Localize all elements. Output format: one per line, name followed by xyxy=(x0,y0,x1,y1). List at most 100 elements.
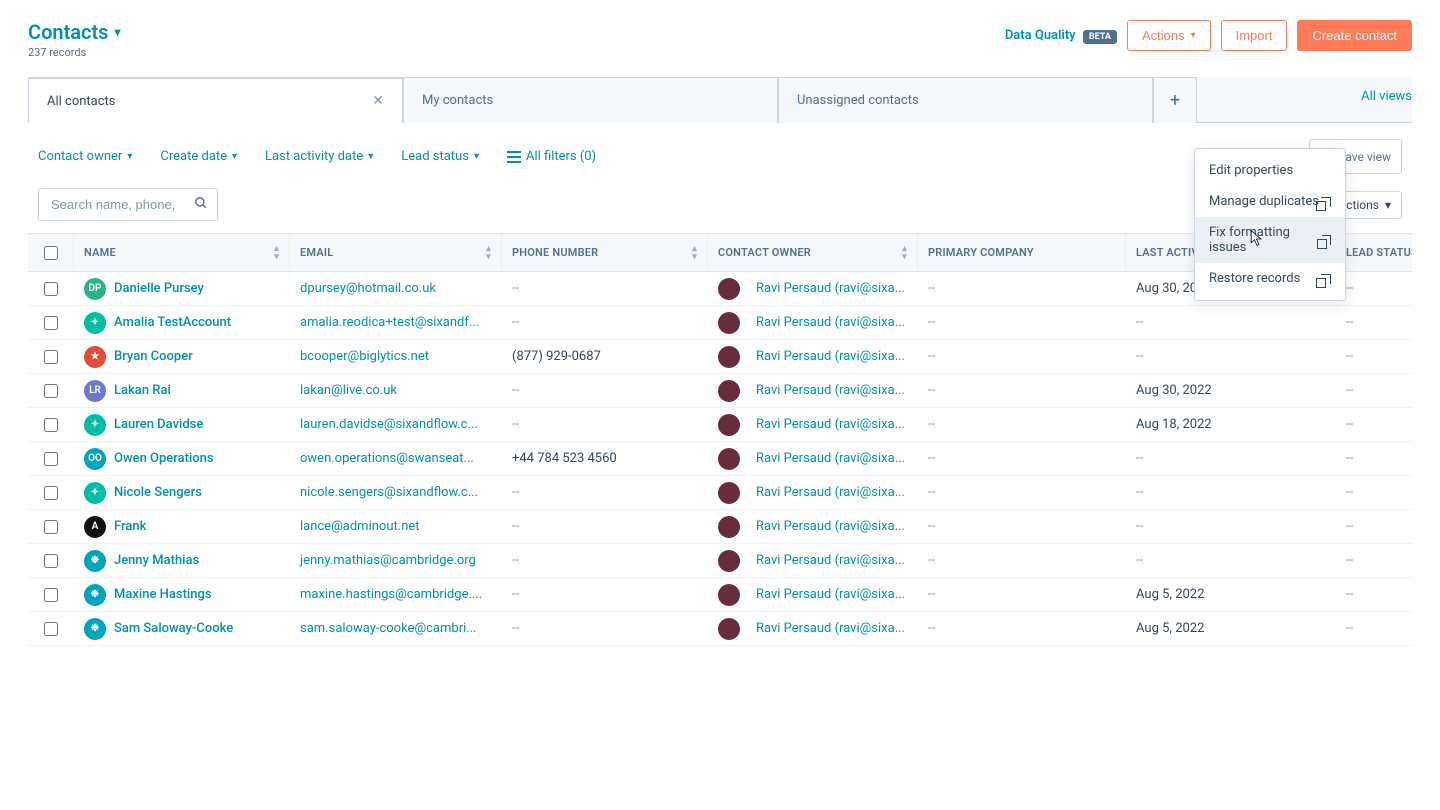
contact-name-link[interactable]: ✦Nicole Sengers xyxy=(84,482,280,504)
contact-name-link[interactable]: DPDanielle Pursey xyxy=(84,278,280,300)
contact-name-link[interactable]: ★Bryan Cooper xyxy=(84,346,280,368)
col-header-email[interactable]: EMAIL▴▾ xyxy=(290,234,502,271)
contact-email-link[interactable]: owen.operations@swanseat... xyxy=(290,451,502,466)
filter-contact-owner[interactable]: Contact owner▾ xyxy=(38,149,132,164)
row-checkbox[interactable] xyxy=(44,282,58,296)
close-icon[interactable]: ✕ xyxy=(372,93,384,109)
row-checkbox[interactable] xyxy=(44,520,58,534)
row-checkbox[interactable] xyxy=(44,486,58,500)
last-activity-date: -- xyxy=(1126,451,1336,466)
contact-email-link[interactable]: lance@adminout.net xyxy=(290,519,502,534)
contact-name-link[interactable]: ❉Maxine Hastings xyxy=(84,584,280,606)
contact-phone: +44 784 523 4560 xyxy=(502,451,708,466)
view-tab[interactable]: My contacts xyxy=(403,77,778,123)
avatar xyxy=(718,482,740,504)
menu-item-manage-duplicates[interactable]: Manage duplicates xyxy=(1195,186,1345,217)
row-checkbox[interactable] xyxy=(44,554,58,568)
col-header-name[interactable]: NAME▴▾ xyxy=(74,234,290,271)
owner-name: Ravi Persaud (ravi@sixa... xyxy=(756,281,905,296)
avatar: OO xyxy=(84,448,106,470)
avatar xyxy=(718,516,740,538)
add-view-button[interactable]: + xyxy=(1153,77,1197,123)
row-checkbox[interactable] xyxy=(44,384,58,398)
all-filters-button[interactable]: All filters (0) xyxy=(507,149,596,164)
col-header-phone[interactable]: PHONE NUMBER▴▾ xyxy=(502,234,708,271)
filter-last-activity[interactable]: Last activity date▾ xyxy=(265,149,373,164)
contact-name-link[interactable]: LRLakan Rai xyxy=(84,380,280,402)
avatar: ✦ xyxy=(84,414,106,436)
contact-email-link[interactable]: jenny.mathias@cambridge.org xyxy=(290,553,502,568)
sort-icon: ▴▾ xyxy=(692,245,697,261)
menu-item-restore-records[interactable]: Restore records xyxy=(1195,263,1345,294)
filter-lead-status[interactable]: Lead status▾ xyxy=(401,149,479,164)
contact-owner-link[interactable]: Ravi Persaud (ravi@sixa... xyxy=(718,550,908,572)
row-checkbox[interactable] xyxy=(44,622,58,636)
contact-name-link[interactable]: ❉Sam Saloway-Cooke xyxy=(84,618,280,640)
contact-owner-link[interactable]: Ravi Persaud (ravi@sixa... xyxy=(718,584,908,606)
contact-owner-link[interactable]: Ravi Persaud (ravi@sixa... xyxy=(718,516,908,538)
contact-owner-link[interactable]: Ravi Persaud (ravi@sixa... xyxy=(718,414,908,436)
owner-name: Ravi Persaud (ravi@sixa... xyxy=(756,587,905,602)
col-header-lead-status[interactable]: LEAD STATUS xyxy=(1336,234,1412,271)
contact-owner-link[interactable]: Ravi Persaud (ravi@sixa... xyxy=(718,380,908,402)
avatar: A xyxy=(84,516,106,538)
all-views-link[interactable]: All views xyxy=(1349,77,1412,122)
contact-email-link[interactable]: sam.saloway-cooke@cambri... xyxy=(290,621,502,636)
create-contact-button[interactable]: Create contact xyxy=(1297,20,1412,51)
table-row: AFrank lance@adminout.net -- Ravi Persaud (… xyxy=(28,510,1412,544)
lead-status: -- xyxy=(1336,417,1412,432)
contact-name-link[interactable]: OOOwen Operations xyxy=(84,448,280,470)
avatar: ❉ xyxy=(84,618,106,640)
tab-label: Unassigned contacts xyxy=(797,93,919,108)
select-all-checkbox[interactable] xyxy=(44,246,58,260)
col-header-owner[interactable]: CONTACT OWNER▴▾ xyxy=(708,234,918,271)
last-activity-date: -- xyxy=(1126,349,1336,364)
contact-email-link[interactable]: dpursey@hotmail.co.uk xyxy=(290,281,502,296)
lead-status: -- xyxy=(1336,315,1412,330)
import-button[interactable]: Import xyxy=(1221,20,1288,51)
search-input[interactable] xyxy=(38,188,218,221)
row-checkbox[interactable] xyxy=(44,588,58,602)
contact-phone: -- xyxy=(502,485,708,500)
menu-item-fix-formatting[interactable]: Fix formatting issues xyxy=(1195,217,1345,263)
contact-owner-link[interactable]: Ravi Persaud (ravi@sixa... xyxy=(718,482,908,504)
chevron-down-icon: ▾ xyxy=(368,151,373,162)
avatar: DP xyxy=(84,278,106,300)
row-checkbox[interactable] xyxy=(44,316,58,330)
lead-status: -- xyxy=(1336,519,1412,534)
actions-button[interactable]: Actions ▾ xyxy=(1127,20,1211,51)
contact-owner-link[interactable]: Ravi Persaud (ravi@sixa... xyxy=(718,346,908,368)
contact-owner-link[interactable]: Ravi Persaud (ravi@sixa... xyxy=(718,312,908,334)
data-quality-link[interactable]: Data Quality BETA xyxy=(1005,28,1117,43)
contact-owner-link[interactable]: Ravi Persaud (ravi@sixa... xyxy=(718,448,908,470)
owner-name: Ravi Persaud (ravi@sixa... xyxy=(756,451,905,466)
avatar xyxy=(718,414,740,436)
contact-name-link[interactable]: ❉Jenny Mathias xyxy=(84,550,280,572)
filter-create-date[interactable]: Create date▾ xyxy=(160,149,237,164)
contact-email-link[interactable]: nicole.sengers@sixandflow.c... xyxy=(290,485,502,500)
row-checkbox[interactable] xyxy=(44,418,58,432)
contact-name-link[interactable]: AFrank xyxy=(84,516,280,538)
table-row: ❉Jenny Mathias jenny.mathias@cambridge.or… xyxy=(28,544,1412,578)
contact-phone: -- xyxy=(502,553,708,568)
contact-name-link[interactable]: ✦Amalia TestAccount xyxy=(84,312,280,334)
avatar: ★ xyxy=(84,346,106,368)
view-tab[interactable]: All contacts✕ xyxy=(28,77,403,123)
contact-email-link[interactable]: lauren.davidse@sixandflow.c... xyxy=(290,417,502,432)
contact-name-link[interactable]: ✦Lauren Davidse xyxy=(84,414,280,436)
page-title-dropdown[interactable]: Contacts ▾ xyxy=(28,20,121,44)
contact-owner-link[interactable]: Ravi Persaud (ravi@sixa... xyxy=(718,278,908,300)
chevron-down-icon: ▾ xyxy=(127,151,132,162)
contact-email-link[interactable]: maxine.hastings@cambridge.... xyxy=(290,587,502,602)
contact-email-link[interactable]: amalia.reodica+test@sixandf... xyxy=(290,315,502,330)
row-checkbox[interactable] xyxy=(44,350,58,364)
menu-item-edit-properties[interactable]: Edit properties xyxy=(1195,155,1345,186)
row-checkbox[interactable] xyxy=(44,452,58,466)
view-tab[interactable]: Unassigned contacts xyxy=(778,77,1153,123)
primary-company: -- xyxy=(918,281,1126,296)
contact-email-link[interactable]: lakan@live.co.uk xyxy=(290,383,502,398)
avatar xyxy=(718,448,740,470)
col-header-company[interactable]: PRIMARY COMPANY xyxy=(918,234,1126,271)
contact-email-link[interactable]: bcooper@biglytics.net xyxy=(290,349,502,364)
contact-owner-link[interactable]: Ravi Persaud (ravi@sixa... xyxy=(718,618,908,640)
